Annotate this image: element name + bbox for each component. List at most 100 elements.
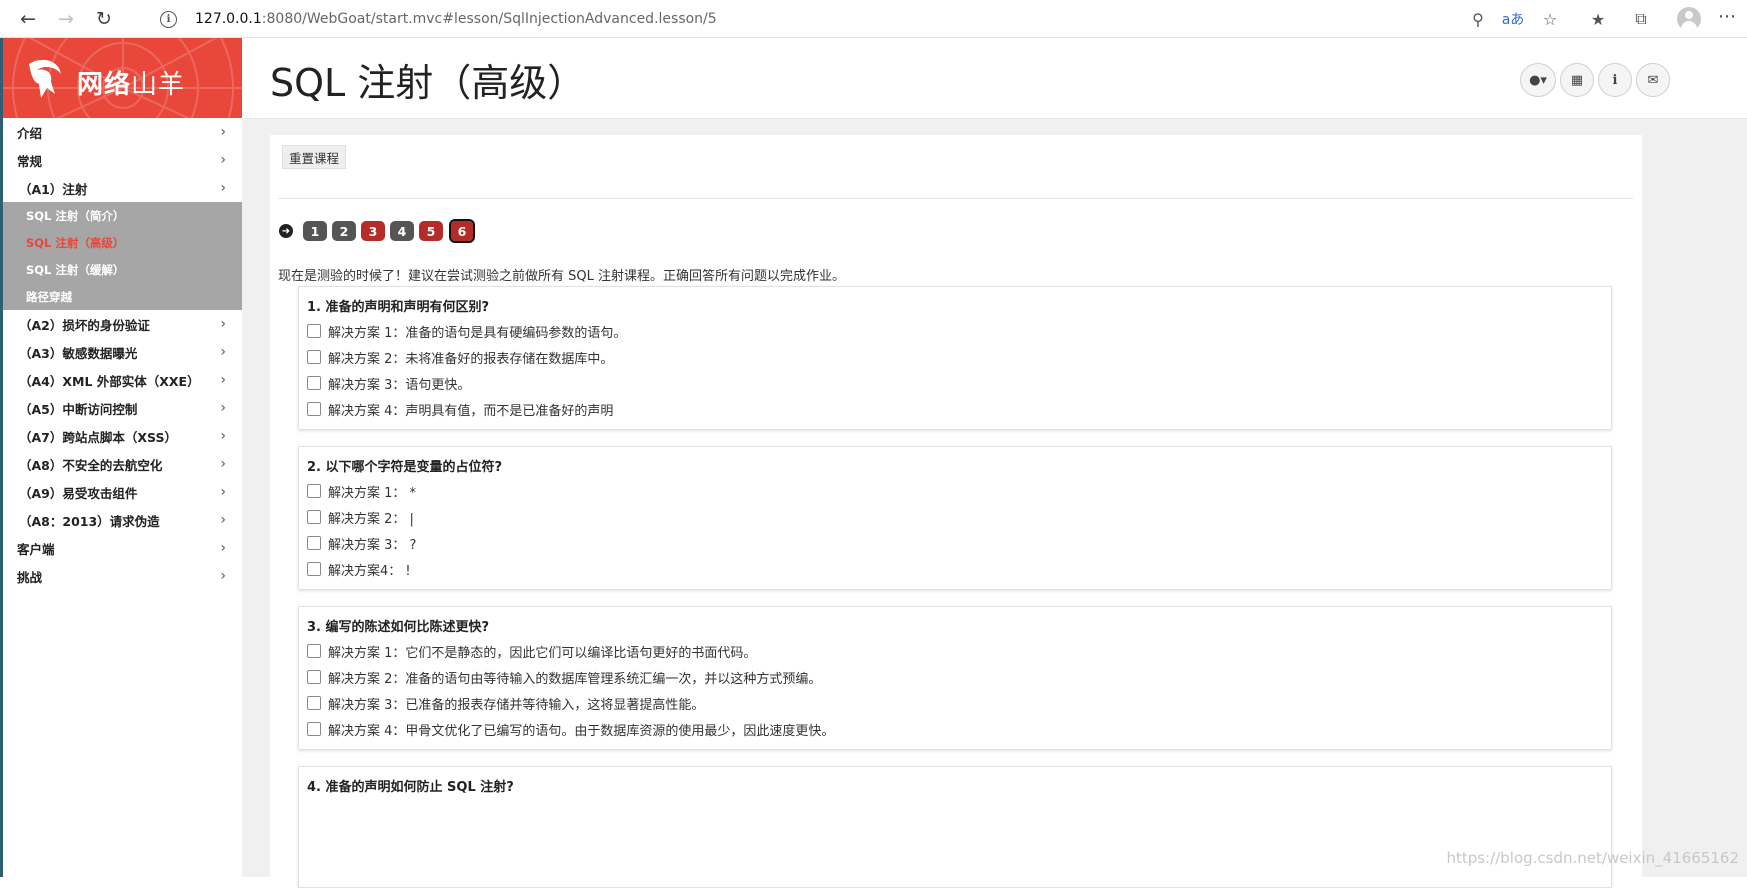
checkbox[interactable]: [307, 402, 321, 416]
question-title: 1. 准备的声明和声明有何区别?: [307, 300, 490, 315]
subnav-sql-advanced[interactable]: SQL 注射（高级）: [3, 229, 242, 256]
page-button-5[interactable]: 5: [419, 221, 443, 241]
nav-item-a7[interactable]: （A7）跨站点脚本（XSS） ›: [3, 422, 242, 450]
nav-item-a8-2013[interactable]: （A8：2013）请求伪造 ›: [3, 506, 242, 534]
answer-option[interactable]: 解决方案 1： *: [307, 482, 416, 501]
answer-option[interactable]: 解决方案 3：语句更快。: [307, 374, 470, 393]
chevron-right-icon: ›: [220, 124, 226, 140]
key-icon[interactable]: ⚲: [1465, 6, 1491, 32]
question-card-4: 4. 准备的声明如何防止 SQL 注射?: [298, 766, 1612, 888]
answer-option[interactable]: 解决方案 2： |: [307, 508, 414, 527]
answer-option[interactable]: 解决方案 3： ?: [307, 534, 416, 553]
subnav-sql-intro[interactable]: SQL 注射（简介）: [3, 202, 242, 229]
chevron-right-icon: ›: [220, 540, 226, 556]
translate-icon[interactable]: aあ: [1500, 6, 1526, 32]
page-button-3[interactable]: 3: [361, 221, 385, 241]
nav-item-a9[interactable]: （A9）易受攻击组件 ›: [3, 478, 242, 506]
contact-button[interactable]: ✉: [1636, 63, 1670, 97]
quiz-intro: 现在是测验的时候了！建议在尝试测验之前做所有 SQL 注射课程。正确回答所有问题…: [278, 269, 845, 284]
page-button-1[interactable]: 1: [303, 221, 327, 241]
previous-page-icon[interactable]: ➜: [279, 224, 293, 238]
lesson-panel: 重置课程 ➜ 1 2 3 4 5 6 现在是测验的时候了！建议在尝试测验之前做所…: [270, 135, 1642, 888]
nav-item-a2[interactable]: （A2）损坏的身份验证 ›: [3, 310, 242, 338]
more-menu-icon[interactable]: ⋯: [1718, 6, 1736, 27]
url-text[interactable]: 127.0.0.1:8080/WebGoat/start.mvc#lesson/…: [195, 11, 717, 27]
back-arrow-icon[interactable]: ←: [14, 5, 42, 33]
injection-subnav: SQL 注射（简介） SQL 注射（高级） SQL 注射（缓解） 路径穿越: [3, 202, 242, 310]
page-title: SQL 注射（高级）: [270, 61, 586, 105]
chevron-right-icon: ›: [220, 180, 226, 196]
about-button[interactable]: i: [1598, 63, 1632, 97]
reload-icon[interactable]: ↻: [90, 5, 118, 33]
question-title: 2. 以下哪个字符是变量的占位符?: [307, 460, 503, 475]
page-button-6[interactable]: 6: [449, 219, 475, 243]
subnav-sql-mitigation[interactable]: SQL 注射（缓解）: [3, 256, 242, 283]
answer-option[interactable]: 解决方案 4：声明具有值，而不是已准备好的声明: [307, 400, 613, 419]
checkbox[interactable]: [307, 376, 321, 390]
collections-icon[interactable]: ⧉: [1628, 6, 1654, 32]
question-card-2: 2. 以下哪个字符是变量的占位符? 解决方案 1： * 解决方案 2： | 解决…: [298, 446, 1612, 590]
checkbox[interactable]: [307, 722, 321, 736]
answer-option[interactable]: 解决方案 3：已准备的报表存储并等待输入，这将显著提高性能。: [307, 694, 704, 713]
answer-option[interactable]: 解决方案 2：未将准备好的报表存储在数据库中。: [307, 348, 613, 367]
checkbox[interactable]: [307, 562, 321, 576]
checkbox[interactable]: [307, 696, 321, 710]
chevron-right-icon: ›: [220, 484, 226, 500]
lesson-pagination: ➜ 1 2 3 4 5 6: [279, 219, 478, 243]
checkbox[interactable]: [307, 644, 321, 658]
chevron-right-icon: ›: [220, 456, 226, 472]
checkbox[interactable]: [307, 536, 321, 550]
nav-item-a5[interactable]: （A5）中断访问控制 ›: [3, 394, 242, 422]
favorite-add-icon[interactable]: ☆: [1537, 6, 1563, 32]
chevron-right-icon: ›: [220, 568, 226, 584]
chart-icon: ▦: [1570, 72, 1584, 88]
checkbox[interactable]: [307, 670, 321, 684]
answer-option[interactable]: 解决方案 1：它们不是静态的，因此它们可以编译比语句更好的书面代码。: [307, 642, 756, 661]
envelope-icon: ✉: [1647, 72, 1659, 88]
watermark: https://blog.csdn.net/weixin_41665162: [1446, 849, 1739, 867]
sidebar: 网络山羊 介绍 › 常规 › （A1）注射 › SQL 注射（简介） SQL 注射（高…: [3, 38, 242, 877]
nav-item-a3[interactable]: （A3）敏感数据曝光 ›: [3, 338, 242, 366]
checkbox[interactable]: [307, 510, 321, 524]
page-button-2[interactable]: 2: [332, 221, 356, 241]
nav-item-a1-injection[interactable]: （A1）注射 ›: [3, 174, 242, 202]
info-icon: i: [1612, 72, 1618, 88]
reset-lesson-button[interactable]: 重置课程: [282, 145, 347, 169]
chevron-right-icon: ›: [220, 512, 226, 528]
question-title: 4. 准备的声明如何防止 SQL 注射?: [307, 780, 514, 795]
nav-item-client-side[interactable]: 客户端 ›: [3, 534, 242, 562]
answer-option[interactable]: 解决方案4： !: [307, 560, 411, 579]
checkbox[interactable]: [307, 484, 321, 498]
answer-option[interactable]: 解决方案 1：准备的语句是具有硬编码参数的语句。: [307, 322, 626, 341]
nav-item-general[interactable]: 常规 ›: [3, 146, 242, 174]
subnav-path-traversal[interactable]: 路径穿越: [3, 283, 242, 310]
nav-item-a8[interactable]: （A8）不安全的去航空化 ›: [3, 450, 242, 478]
chevron-right-icon: ›: [220, 400, 226, 416]
nav-item-intro[interactable]: 介绍 ›: [3, 118, 242, 146]
chevron-right-icon: ›: [220, 316, 226, 332]
site-info-icon[interactable]: i: [160, 10, 177, 28]
question-card-1: 1. 准备的声明和声明有何区别? 解决方案 1：准备的语句是具有硬编码参数的语句…: [298, 286, 1612, 430]
goat-icon: [29, 59, 61, 98]
chevron-right-icon: ›: [220, 428, 226, 444]
forward-arrow-icon[interactable]: →: [52, 5, 80, 33]
nav-item-challenges[interactable]: 挑战 ›: [3, 562, 242, 590]
chevron-right-icon: ›: [220, 372, 226, 388]
page-button-4[interactable]: 4: [390, 221, 414, 241]
checkbox[interactable]: [307, 350, 321, 364]
question-title: 3. 编写的陈述如何比陈述更快?: [307, 620, 490, 635]
checkbox[interactable]: [307, 324, 321, 338]
chevron-right-icon: ›: [220, 344, 226, 360]
page-header: SQL 注射（高级） ●▾ ▦ i ✉: [242, 38, 1747, 119]
answer-option[interactable]: 解决方案 4：甲骨文优化了已编写的语句。由于数据库资源的使用最少，因此速度更快。: [307, 720, 834, 739]
logo-text: 网络山羊: [77, 70, 186, 100]
answer-option[interactable]: 解决方案 2：准备的语句由等待输入的数据库管理系统汇编一次，并以这种方式预编。: [307, 668, 821, 687]
lesson-nav: 介绍 › 常规 › （A1）注射 › SQL 注射（简介） SQL 注射（高级） SQ…: [3, 118, 242, 590]
report-card-button[interactable]: ▦: [1560, 63, 1594, 97]
webgoat-logo[interactable]: 网络山羊: [3, 38, 242, 118]
nav-item-a4[interactable]: （A4）XML 外部实体（XXE） ›: [3, 366, 242, 394]
address-bar[interactable]: i 127.0.0.1:8080/WebGoat/start.mvc#lesso…: [150, 3, 1550, 35]
user-menu-button[interactable]: ●▾: [1520, 63, 1556, 97]
profile-avatar[interactable]: [1677, 7, 1701, 31]
favorites-icon[interactable]: ★: [1585, 6, 1611, 32]
